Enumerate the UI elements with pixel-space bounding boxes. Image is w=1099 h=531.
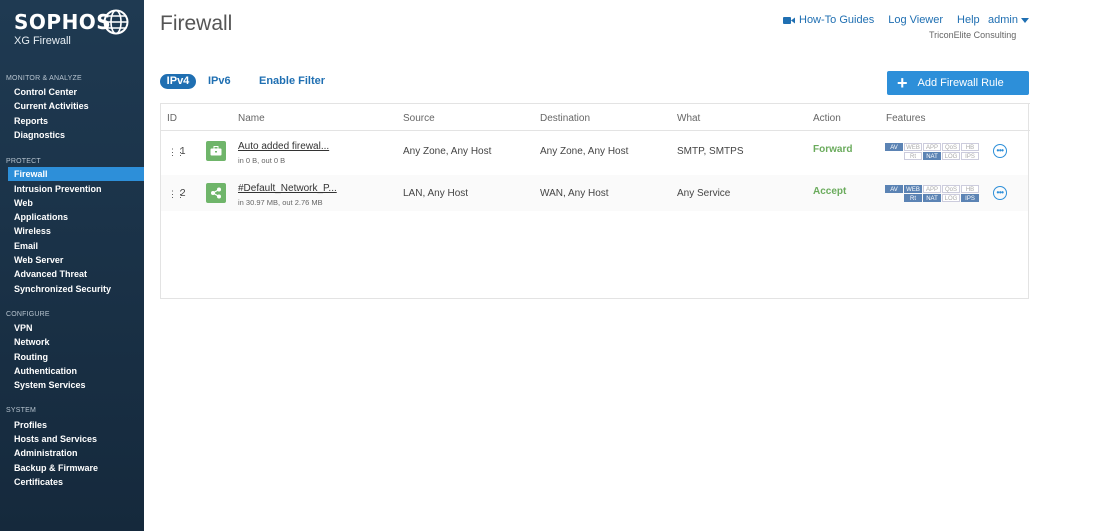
rule-id: 1: [180, 146, 186, 157]
more-options-icon[interactable]: •••: [993, 144, 1007, 158]
column-header-what: What: [677, 113, 701, 124]
table-row[interactable]: ⋮⋮ 1 Auto added firewal... in 0 B, out 0…: [161, 133, 1028, 169]
sidebar-item-email[interactable]: Email: [0, 239, 144, 253]
sidebar-item-control-center[interactable]: Control Center: [0, 85, 144, 99]
sidebar-item-hosts-and-services[interactable]: Hosts and Services: [0, 432, 144, 446]
rule-traffic: in 0 B, out 0 B: [238, 156, 286, 165]
feature-badge-nat: NAT: [923, 152, 941, 160]
admin-label: admin: [988, 14, 1018, 26]
sidebar-item-certificates[interactable]: Certificates: [0, 475, 144, 489]
sidebar-item-authentication[interactable]: Authentication: [0, 364, 144, 378]
more-options-icon[interactable]: •••: [993, 186, 1007, 200]
table-row[interactable]: ⋮⋮ 2 #Default_Network_P... in 30.97 MB, …: [161, 175, 1028, 211]
column-header-name: Name: [238, 113, 265, 124]
rule-what: SMTP, SMTPS: [677, 146, 744, 157]
rule-action: Forward: [813, 144, 853, 155]
section-title-system: SYSTEM: [6, 407, 36, 414]
sidebar-item-profiles[interactable]: Profiles: [0, 418, 144, 432]
add-firewall-rule-label: Add Firewall Rule: [917, 77, 1004, 89]
feature-badge-ips: IPS: [961, 152, 979, 160]
sidebar-item-routing[interactable]: Routing: [0, 350, 144, 364]
feature-badge-rt: Rt: [904, 152, 922, 160]
sidebar-item-firewall[interactable]: Firewall: [8, 167, 144, 181]
sidebar-item-backup-firmware[interactable]: Backup & Firmware: [0, 461, 144, 475]
rule-name-link[interactable]: Auto added firewal...: [238, 141, 329, 152]
sidebar-item-reports[interactable]: Reports: [0, 114, 144, 128]
rule-destination: Any Zone, Any Host: [540, 146, 629, 157]
rule-destination: WAN, Any Host: [540, 188, 609, 199]
help-link[interactable]: Help: [957, 14, 980, 26]
table-header: ID Name Source Destination What Action F…: [161, 103, 1030, 131]
rule-traffic: in 30.97 MB, out 2.76 MB: [238, 198, 323, 207]
feature-badge-rt: Rt: [904, 194, 922, 202]
sidebar-item-diagnostics[interactable]: Diagnostics: [0, 128, 144, 142]
sidebar-item-synchronized-security[interactable]: Synchronized Security: [0, 282, 144, 296]
feature-badge-hb: HB: [961, 185, 979, 193]
column-header-features: Features: [886, 113, 926, 124]
logo[interactable]: SOPHOS XG Firewall: [14, 10, 111, 47]
sidebar-item-web[interactable]: Web: [0, 196, 144, 210]
feature-badge-qos: QoS: [942, 185, 960, 193]
section-title-monitor: MONITOR & ANALYZE: [6, 75, 82, 82]
sidebar-item-wireless[interactable]: Wireless: [0, 224, 144, 238]
feature-badge-nat: NAT: [923, 194, 941, 202]
feature-badge-log: LOG: [942, 152, 960, 160]
sidebar-item-intrusion-prevention[interactable]: Intrusion Prevention: [0, 182, 144, 196]
sidebar-item-vpn[interactable]: VPN: [0, 321, 144, 335]
logo-product: XG Firewall: [14, 35, 71, 47]
rule-source: Any Zone, Any Host: [403, 146, 492, 157]
sidebar-item-advanced-threat[interactable]: Advanced Threat: [0, 267, 144, 281]
sidebar-item-current-activities[interactable]: Current Activities: [0, 99, 144, 113]
rule-what: Any Service: [677, 188, 731, 199]
admin-menu[interactable]: admin: [988, 14, 1029, 26]
feature-badge-ips: IPS: [961, 194, 979, 202]
log-viewer-link[interactable]: Log Viewer: [888, 14, 943, 26]
tab-ipv6[interactable]: IPv6: [208, 75, 231, 87]
sidebar-item-system-services[interactable]: System Services: [0, 378, 144, 392]
sidebar-item-network[interactable]: Network: [0, 335, 144, 349]
page-title: Firewall: [160, 12, 233, 35]
rule-source: LAN, Any Host: [403, 188, 469, 199]
feature-badge-hb: HB: [961, 143, 979, 151]
add-firewall-rule-button[interactable]: + Add Firewall Rule: [887, 71, 1029, 95]
rule-name-link[interactable]: #Default_Network_P...: [238, 183, 337, 194]
feature-badge-web: WEB: [904, 185, 922, 193]
sidebar: SOPHOS XG Firewall MONITOR & ANALYZE Con…: [0, 0, 144, 531]
firewall-rules-table: ID Name Source Destination What Action F…: [160, 103, 1030, 299]
column-header-destination: Destination: [540, 113, 591, 124]
column-header-id: ID: [167, 113, 177, 124]
column-header-source: Source: [403, 113, 435, 124]
tab-ipv4[interactable]: IPv4: [160, 74, 196, 89]
how-to-guides-link[interactable]: How-To Guides: [783, 14, 874, 26]
share-icon: [206, 183, 226, 203]
logo-brand: SOPHOS: [14, 10, 112, 34]
column-header-action: Action: [813, 113, 841, 124]
sidebar-item-applications[interactable]: Applications: [0, 210, 144, 224]
section-title-protect: PROTECT: [6, 158, 41, 165]
briefcase-icon: [206, 141, 226, 161]
feature-badge-av: AV: [885, 185, 903, 193]
feature-badge-app: APP: [923, 185, 941, 193]
enable-filter-link[interactable]: Enable Filter: [259, 75, 325, 87]
plus-icon: +: [897, 73, 908, 93]
organization-name: TriconElite Consulting: [929, 30, 1017, 40]
globe-icon: [103, 9, 129, 35]
feature-badges: AV WEB APP QoS HB Rt NAT LOG IPS: [885, 143, 979, 160]
chevron-down-icon: [1020, 17, 1029, 23]
feature-badge-app: APP: [923, 143, 941, 151]
feature-badge-qos: QoS: [942, 143, 960, 151]
feature-badge-log: LOG: [942, 194, 960, 202]
video-camera-icon: [783, 16, 795, 24]
sidebar-item-administration[interactable]: Administration: [0, 446, 144, 460]
feature-badges: AV WEB APP QoS HB Rt NAT LOG IPS: [885, 185, 979, 202]
rule-id: 2: [180, 188, 186, 199]
top-links: How-To Guides Log Viewer Help: [783, 14, 980, 26]
feature-badge-av: AV: [885, 143, 903, 151]
sidebar-item-web-server[interactable]: Web Server: [0, 253, 144, 267]
rule-action: Accept: [813, 186, 847, 197]
section-title-configure: CONFIGURE: [6, 311, 50, 318]
how-to-guides-label: How-To Guides: [799, 14, 875, 26]
feature-badge-web: WEB: [904, 143, 922, 151]
